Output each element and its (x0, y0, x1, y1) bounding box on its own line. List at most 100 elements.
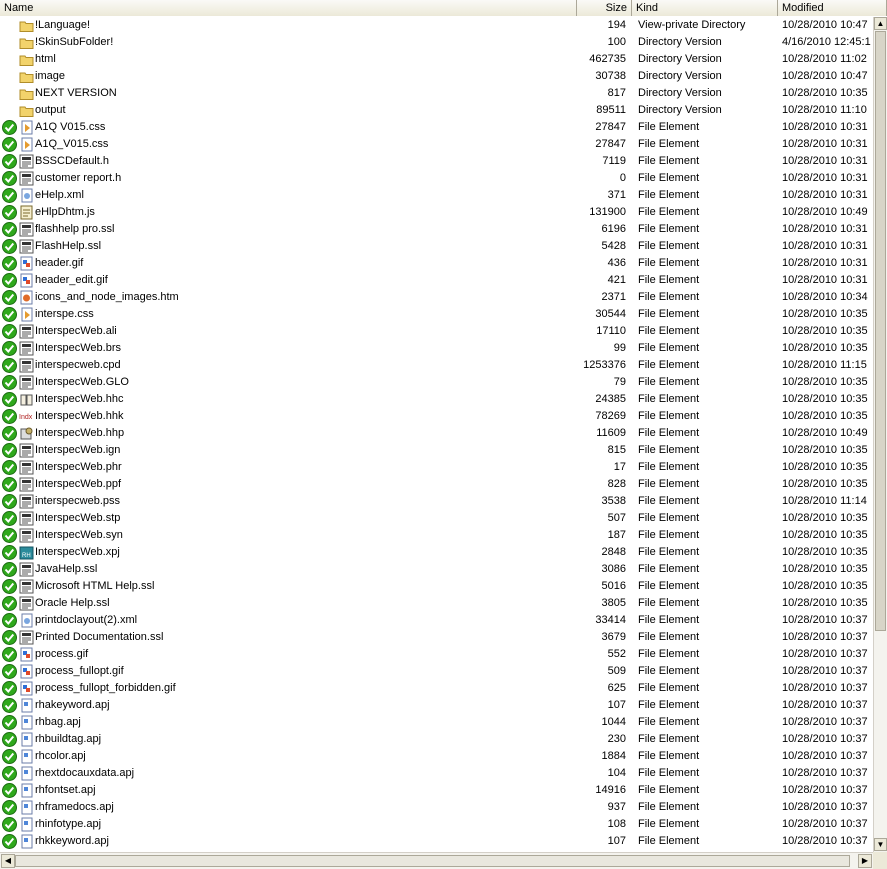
file-row[interactable]: InterspecWeb.stp 507 File Element 10/28/201… (0, 510, 873, 527)
file-modified: 10/28/2010 10:35 (782, 87, 868, 99)
column-header-modified[interactable]: Modified (778, 0, 887, 16)
file-kind: File Element (638, 172, 700, 184)
file-name: rhbag.apj (35, 716, 81, 728)
file-size: 107 (607, 699, 626, 711)
vertical-scroll-thumb[interactable] (875, 31, 886, 631)
file-kind: File Element (638, 240, 700, 252)
file-kind: File Element (638, 308, 700, 320)
scroll-down-arrow-icon[interactable]: ▼ (874, 838, 887, 851)
generic-file-icon (19, 222, 34, 237)
file-kind: File Element (638, 223, 700, 235)
generic-file-icon (19, 494, 34, 509)
generic-file-icon (19, 154, 34, 169)
file-row[interactable]: interspe.css 30544 File Element 10/28/2010 … (0, 306, 873, 323)
file-row[interactable]: BSSCDefault.h 7119 File Element 10/28/2010 … (0, 153, 873, 170)
column-header-kind[interactable]: Kind (632, 0, 778, 16)
checked-in-check-icon (2, 273, 17, 288)
checked-in-check-icon (2, 749, 17, 764)
file-row[interactable]: Indx InterspecWeb.hhk 78269 File Element 10/… (0, 408, 873, 425)
checked-in-check-icon (2, 154, 17, 169)
file-row[interactable]: rhinfotype.apj 108 File Element 10/28/2010 … (0, 816, 873, 833)
file-row[interactable]: !Language! 194 View-private Directory 10/28… (0, 17, 873, 34)
file-row[interactable]: header_edit.gif 421 File Element 10/28/2010… (0, 272, 873, 289)
checked-in-check-icon (2, 358, 17, 373)
checked-in-check-icon (2, 307, 17, 322)
file-row[interactable]: rhfontset.apj 14916 File Element 10/28/2010… (0, 782, 873, 799)
horizontal-scrollbar[interactable]: ◀ ▶ (0, 852, 873, 869)
file-modified: 10/28/2010 10:35 (782, 393, 868, 405)
file-row[interactable]: NEXT VERSION 817 Directory Version 10/28/20… (0, 85, 873, 102)
file-name: InterspecWeb.brs (35, 342, 122, 354)
file-row[interactable]: eHlpDhtm.js 131900 File Element 10/28/2010 … (0, 204, 873, 221)
file-row[interactable]: icons_and_node_images.htm 2371 File Elemen… (0, 289, 873, 306)
file-row[interactable]: InterspecWeb.hhc 24385 File Element 10/28/2… (0, 391, 873, 408)
file-row[interactable]: process_fullopt.gif 509 File Element 10/28/… (0, 663, 873, 680)
apj-file-icon (19, 783, 34, 798)
file-row[interactable]: rhbuildtag.apj 230 File Element 10/28/2010 … (0, 731, 873, 748)
checked-in-check-icon (2, 171, 17, 186)
file-row[interactable]: rhbag.apj 1044 File Element 10/28/2010 10:3… (0, 714, 873, 731)
file-row[interactable]: html 462735 Directory Version 10/28/2010 11… (0, 51, 873, 68)
file-name: process_fullopt_forbidden.gif (35, 682, 176, 694)
scroll-right-arrow-icon[interactable]: ▶ (858, 854, 872, 868)
file-row[interactable]: InterspecWeb.brs 99 File Element 10/28/2010… (0, 340, 873, 357)
file-row[interactable]: InterspecWeb.hhp 11609 File Element 10/28/2… (0, 425, 873, 442)
file-row[interactable]: InterspecWeb.GLO 79 File Element 10/28/2010… (0, 374, 873, 391)
file-kind: File Element (638, 189, 700, 201)
file-name: InterspecWeb.hhk (35, 410, 124, 422)
file-row[interactable]: InterspecWeb.ppf 828 File Element 10/28/201… (0, 476, 873, 493)
checked-in-check-icon (2, 834, 17, 849)
file-row[interactable]: A1Q_V015.css 27847 File Element 10/28/2010 … (0, 136, 873, 153)
file-row[interactable]: Printed Documentation.ssl 3679 File Elemen… (0, 629, 873, 646)
file-modified: 10/28/2010 10:31 (782, 138, 868, 150)
checked-in-check-icon (2, 647, 17, 662)
file-name: !Language! (35, 19, 91, 31)
file-row[interactable]: RH InterspecWeb.xpj 2848 File Element 10/28/… (0, 544, 873, 561)
checked-in-check-icon (2, 477, 17, 492)
file-row[interactable]: rhframedocs.apj 937 File Element 10/28/2010… (0, 799, 873, 816)
scroll-up-arrow-icon[interactable]: ▲ (874, 17, 887, 30)
script-file-icon (19, 205, 34, 220)
column-header: Name Size Kind Modified (0, 0, 887, 16)
file-row[interactable]: interspecweb.cpd 1253376 File Element 10/28… (0, 357, 873, 374)
folder-icon (19, 18, 34, 33)
file-row[interactable]: customer report.h 0 File Element 10/28/2010… (0, 170, 873, 187)
scroll-left-arrow-icon[interactable]: ◀ (1, 854, 15, 868)
file-row[interactable]: InterspecWeb.phr 17 File Element 10/28/2010… (0, 459, 873, 476)
file-name: InterspecWeb.syn (35, 529, 123, 541)
column-header-name[interactable]: Name (0, 0, 577, 16)
file-row[interactable]: process_fullopt_forbidden.gif 625 File Ele… (0, 680, 873, 697)
file-name: flashhelp pro.ssl (35, 223, 115, 235)
file-row[interactable]: process.gif 552 File Element 10/28/2010 10:… (0, 646, 873, 663)
file-row[interactable]: output 89511 Directory Version 10/28/2010 1… (0, 102, 873, 119)
file-row[interactable]: !SkinSubFolder! 100 Directory Version 4/16/… (0, 34, 873, 51)
file-row[interactable]: Oracle Help.ssl 3805 File Element 10/28/201… (0, 595, 873, 612)
horizontal-scroll-thumb[interactable] (15, 855, 850, 867)
file-row[interactable]: interspecweb.pss 3538 File Element 10/28/20… (0, 493, 873, 510)
file-row[interactable]: flashhelp pro.ssl 6196 File Element 10/28/2… (0, 221, 873, 238)
file-row[interactable]: A1Q V015.css 27847 File Element 10/28/2010 … (0, 119, 873, 136)
file-row[interactable]: rhextdocauxdata.apj 104 File Element 10/28/… (0, 765, 873, 782)
vertical-scrollbar[interactable]: ▲ ▼ (873, 17, 887, 852)
file-row[interactable]: rhkkeyword.apj 107 File Element 10/28/2010 … (0, 833, 873, 850)
file-row[interactable]: printdoclayout(2).xml 33414 File Element 10… (0, 612, 873, 629)
file-row[interactable]: InterspecWeb.ali 17110 File Element 10/28/2… (0, 323, 873, 340)
file-row[interactable]: JavaHelp.ssl 3086 File Element 10/28/2010 1… (0, 561, 873, 578)
file-name: Printed Documentation.ssl (35, 631, 164, 643)
file-row[interactable]: eHelp.xml 371 File Element 10/28/2010 10:31 (0, 187, 873, 204)
file-kind: File Element (638, 529, 700, 541)
file-row[interactable]: Microsoft HTML Help.ssl 5016 File Element 1… (0, 578, 873, 595)
file-row[interactable]: header.gif 436 File Element 10/28/2010 10:3… (0, 255, 873, 272)
file-name: icons_and_node_images.htm (35, 291, 179, 303)
file-row[interactable]: image 30738 Directory Version 10/28/2010 10… (0, 68, 873, 85)
file-row[interactable]: rhakeyword.apj 107 File Element 10/28/2010 … (0, 697, 873, 714)
file-size: 79 (613, 376, 626, 388)
column-header-size[interactable]: Size (577, 0, 632, 16)
css-file-icon (19, 307, 34, 322)
checked-in-check-icon (2, 698, 17, 713)
file-row[interactable]: rhcolor.apj 1884 File Element 10/28/2010 10… (0, 748, 873, 765)
file-row[interactable]: InterspecWeb.ign 815 File Element 10/28/201… (0, 442, 873, 459)
file-size: 1044 (601, 716, 626, 728)
file-row[interactable]: FlashHelp.ssl 5428 File Element 10/28/2010 … (0, 238, 873, 255)
file-row[interactable]: InterspecWeb.syn 187 File Element 10/28/201… (0, 527, 873, 544)
